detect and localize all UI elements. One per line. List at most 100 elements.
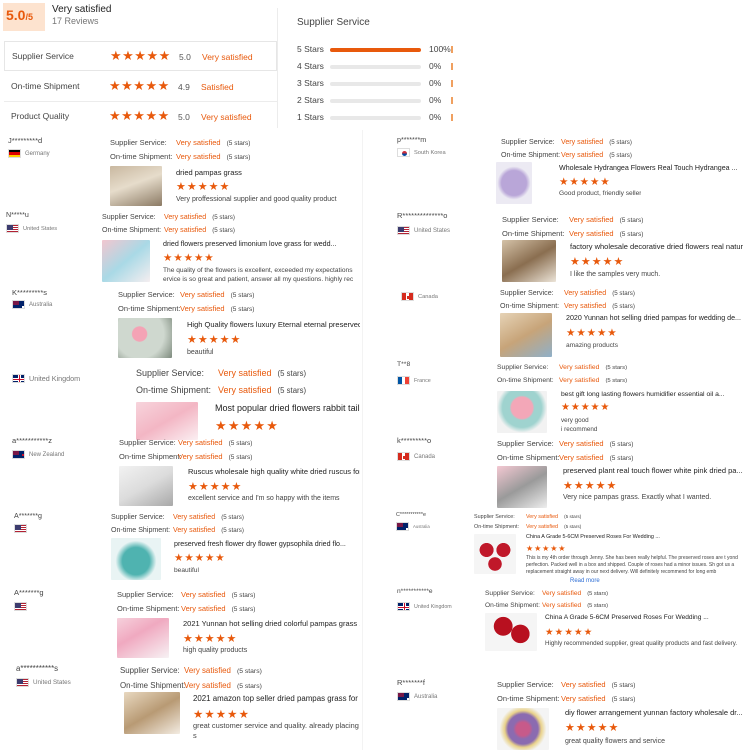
reviewer-name: J*********d [8,136,43,145]
overall-score: 5.0/5 [6,7,33,23]
review-text: excellent service and I'm so happy with … [188,495,340,502]
product-thumbnail[interactable] [110,166,162,206]
meta-value: Very satisfied [180,304,225,313]
product-name-link[interactable]: Most popular dried flowers rabbit tail g [215,403,360,413]
product-name-link[interactable]: preserved fresh flower dry flower gypsop… [174,540,346,548]
metric-value: 5.0 [178,112,190,122]
product-name-link[interactable]: dried pampas grass [176,168,242,177]
meta-value: Very satisfied [173,526,216,534]
product-name-link[interactable]: factory wholesale decorative dried flowe… [570,242,743,251]
review-text: beautiful [174,567,199,574]
meta-label: On-time Shipment: [118,304,181,313]
product-thumbnail[interactable] [496,162,532,204]
meta-label: Supplier Service: [118,290,175,299]
country-label: Australia [29,301,53,308]
product-name-link[interactable]: preserved plant real touch flower white … [563,466,743,475]
star-bar-row: 1 Stars 0% [297,112,457,124]
review-rating-stars: ★★★★★ [183,633,238,645]
product-name-link[interactable]: 2020 Yunnan hot selling dried pampas for… [566,314,741,322]
divider [277,8,278,128]
product-thumbnail[interactable] [102,240,150,282]
divider [362,130,363,750]
meta-stars-count: (5 stars) [564,524,582,529]
metric-on-time-shipment: On-time Shipment ★★★★★ 4.9 Satisfied [4,72,277,102]
meta-stars-count: (5 stars) [212,227,235,234]
product-thumbnail[interactable] [117,618,169,658]
country-flag-icon [397,148,410,157]
product-thumbnail[interactable] [136,402,198,440]
review-rating-stars: ★★★★★ [174,553,226,564]
meta-stars-count: (5 stars) [619,217,644,224]
meta-label: Supplier Service: [502,215,559,224]
read-more-link[interactable]: Read more [570,578,600,584]
meta-value: Very satisfied [561,694,606,703]
product-name-link[interactable]: China A Grade 5-6CM Preserved Roses For … [545,614,709,621]
meta-value: Very satisfied [164,213,207,221]
star-bar-row: 3 Stars 0% [297,78,457,90]
meta-value: Very satisfied [173,513,216,521]
star-bar-label: 4 Stars [297,61,324,71]
product-thumbnail[interactable] [119,466,173,506]
star-bar-row: 5 Stars 100% [297,44,457,56]
reviewer-country: United Kingdom [397,602,452,611]
meta-stars-count: (5 stars) [609,152,632,159]
star-bar-track [330,48,421,52]
reviewer-country: Australia [396,522,430,531]
product-thumbnail[interactable] [474,534,516,574]
review-meta-row: On-time Shipment:Very satisfied(5 stars) [485,600,608,612]
product-thumbnail[interactable] [485,613,537,651]
review-text: great customer service and quality. alre… [193,721,359,740]
meta-label: On-time Shipment: [497,453,560,462]
country-flag-icon [397,226,410,235]
product-thumbnail[interactable] [124,692,180,734]
product-name-link[interactable]: diy flower arrangement yunnan factory wh… [565,708,743,717]
product-thumbnail[interactable] [497,391,547,433]
product-name-link[interactable]: Ruscus wholesale high quality white drie… [188,467,360,476]
product-name-link[interactable]: dried flowers preserved limonium love gr… [163,240,336,248]
meta-label: On-time Shipment: [120,681,186,690]
country-label: United States [414,227,451,234]
meta-label: Supplier Service: [102,213,156,221]
review-meta-row: Supplier Service: Very satisfied (5 stars) [102,211,235,224]
review-meta-row: On-time Shipment:Very satisfied(5 stars) [474,522,581,532]
product-name-link[interactable]: China A Grade 5-6CM Preserved Roses For … [526,534,660,540]
meta-stars-count: (5 stars) [226,140,251,147]
product-name-link[interactable]: 2021 Yunnan hot selling dried colorful p… [183,619,360,628]
reviewer-country: United States [16,678,71,687]
product-thumbnail[interactable] [500,313,552,357]
star-bar-track [330,116,421,120]
meta-stars-count: (5 stars) [277,386,307,395]
product-thumbnail[interactable] [502,240,556,282]
review-meta-row: Supplier Service: Very satisfied (5 stars) [136,366,306,382]
metric-word: Very satisfied [202,52,253,62]
meta-stars-count: (5 stars) [221,514,244,521]
review-meta-row: Supplier Service: Very satisfied (5 stars) [474,512,581,522]
country-flag-icon [16,678,29,687]
product-thumbnail[interactable] [497,708,549,750]
review-meta-row: On-time Shipment:Very satisfied(5 stars) [497,692,635,706]
product-thumbnail[interactable] [111,538,161,580]
review-text: Very proffessional supplier and good qua… [176,196,337,203]
meta-stars-count: (5 stars) [221,527,244,534]
product-name-link[interactable]: High Quality flowers luxury Eternal eter… [187,320,360,329]
product-thumbnail[interactable] [118,318,172,358]
review-meta-row: Supplier Service: Very satisfied (5 stars) [110,136,250,150]
reviewer-country: United States [6,224,57,233]
product-thumbnail[interactable] [497,466,547,508]
metric-product-quality: Product Quality ★★★★★ 5.0 Very satisfied [4,102,277,132]
star-bar-percent: 0% [429,95,442,105]
product-name-link[interactable]: 2021 amazon top seller dried pampas gras… [193,694,360,703]
review-count: 17 Reviews [52,16,99,26]
rating-stars: ★★★★★ [110,48,171,63]
product-name-link[interactable]: Wholesale Hydrangea Flowers Real Touch H… [559,164,738,172]
meta-stars-count: (5 stars) [277,369,307,378]
bar-edge-marker [451,80,453,87]
meta-label: On-time Shipment: [110,152,173,161]
review-meta-row: On-time Shipment:Very satisfied(5 stars) [497,451,633,465]
star-bar-label: 3 Stars [297,78,324,88]
product-name-link[interactable]: best gift long lasting flowers humidifie… [561,391,725,398]
review-rating-stars: ★★★★★ [563,480,618,492]
review-meta-row: Supplier Service: Very satisfied (5 stars) [497,678,635,692]
review-rating-stars: ★★★★★ [215,418,280,433]
meta-label: On-time Shipment: [474,524,519,530]
